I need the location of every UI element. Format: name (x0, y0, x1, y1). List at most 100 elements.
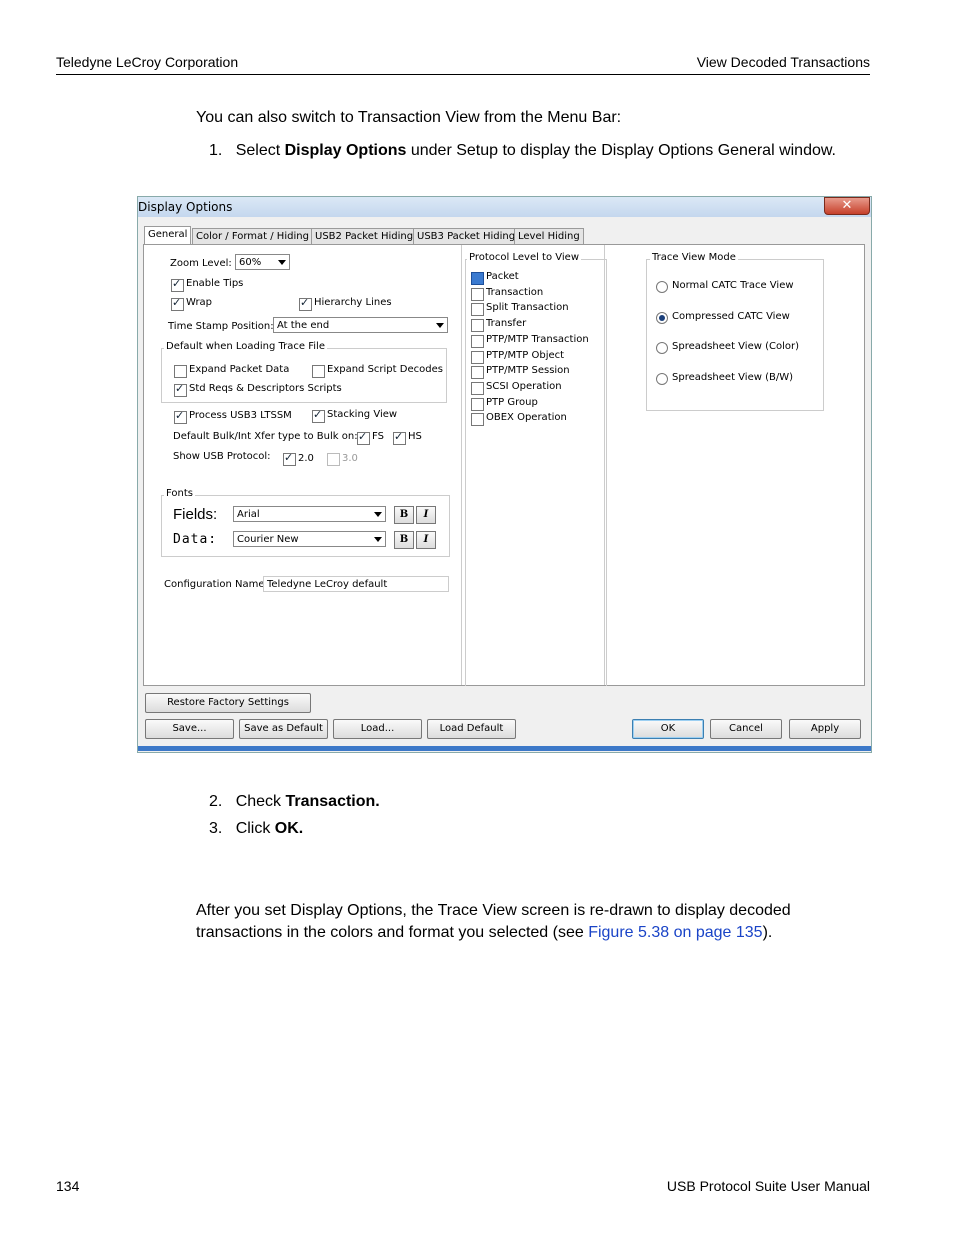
dialog-bottom-bar (138, 746, 871, 751)
usb30-label: 3.0 (342, 453, 358, 464)
tab-usb2-packet-hiding[interactable]: USB2 Packet Hiding (311, 228, 418, 245)
protocol-checkbox-obex-operation[interactable] (471, 413, 484, 427)
protocol-label: SCSI Operation (486, 380, 562, 392)
std-reqs-label: Std Reqs & Descriptors Scripts (189, 383, 342, 394)
enable-tips-checkbox[interactable] (171, 277, 184, 292)
fields-bold-button[interactable]: B (394, 506, 414, 524)
tab-level-hiding[interactable]: Level Hiding (514, 228, 584, 245)
protocol-checkbox-scsi-operation[interactable] (471, 381, 484, 395)
timestamp-value: At the end (277, 320, 330, 331)
data-font-select[interactable]: Courier New (233, 531, 386, 547)
footer-title: USB Protocol Suite User Manual (666, 1178, 870, 1194)
save-button[interactable]: Save... (145, 719, 234, 739)
fields-font-value: Arial (237, 509, 260, 520)
cancel-button[interactable]: Cancel (710, 719, 782, 739)
data-bold-button[interactable]: B (394, 531, 414, 549)
step-3-bold: OK. (274, 820, 304, 837)
load-default-button[interactable]: Load Default (427, 719, 516, 739)
wrap-label: Wrap (186, 297, 213, 308)
fields-font-select[interactable]: Arial (233, 506, 386, 522)
data-label: Data: (173, 532, 218, 547)
config-name-input[interactable]: Teledyne LeCroy default (263, 576, 449, 592)
stacking-view-checkbox[interactable] (312, 408, 325, 423)
save-as-default-button[interactable]: Save as Default (239, 719, 328, 739)
trace-mode-label: Spreadsheet View (Color) (672, 341, 799, 352)
protocol-checkbox-transaction[interactable] (471, 287, 484, 301)
chevron-down-icon (374, 537, 382, 542)
apply-button[interactable]: Apply (789, 719, 861, 739)
protocol-label: Transfer (486, 318, 527, 330)
zoom-select[interactable]: 60% (235, 254, 290, 270)
ok-button[interactable]: OK (632, 719, 704, 739)
step-2-bold: Transaction. (285, 793, 380, 810)
expand-packet-label: Expand Packet Data (189, 364, 290, 375)
protocol-level-group-label: Protocol Level to View (467, 252, 581, 263)
trace-mode-label: Spreadsheet View (B/W) (672, 371, 793, 383)
hs-label: HS (408, 431, 422, 442)
tab-color-format-hiding[interactable]: Color / Format / Hiding (192, 228, 313, 245)
stacking-view-label: Stacking View (327, 409, 398, 420)
general-panel: Zoom Level: 60% Enable Tips Wrap Hierarc… (143, 244, 865, 686)
step-1: 1. Select Display Options under Setup to… (209, 140, 836, 162)
header-left: Teledyne LeCroy Corporation (56, 54, 239, 70)
page-number: 134 (56, 1178, 80, 1194)
usb20-label: 2.0 (298, 453, 314, 464)
config-name-label: Configuration Name: (164, 579, 268, 590)
std-reqs-checkbox[interactable] (174, 382, 187, 397)
figure-link[interactable]: Figure 5.38 on page 135 (588, 924, 762, 941)
after-paragraph: After you set Display Options, the Trace… (196, 900, 846, 944)
protocol-label: Transaction (486, 286, 544, 298)
timestamp-select[interactable]: At the end (273, 317, 448, 333)
trace-mode-radio-0[interactable] (656, 281, 668, 293)
fs-label: FS (372, 431, 384, 442)
expand-packet-checkbox[interactable] (174, 365, 187, 378)
column-divider (461, 245, 462, 685)
step-3: 3. Click OK. (209, 818, 303, 840)
protocol-checkbox-ptp-group[interactable] (471, 397, 484, 411)
trace-mode-radio-1[interactable] (656, 311, 668, 324)
usb20-checkbox[interactable] (283, 451, 296, 466)
protocol-checkbox-ptp-mtp-transaction[interactable] (471, 334, 484, 348)
hs-checkbox[interactable] (393, 430, 406, 445)
header-rule (56, 74, 870, 75)
dialog-title: Display Options (138, 200, 233, 214)
protocol-label: Packet (486, 271, 519, 282)
protocol-checkbox-transfer[interactable] (471, 319, 484, 333)
restore-factory-button[interactable]: Restore Factory Settings (145, 693, 311, 713)
protocol-label: PTP Group (486, 396, 538, 408)
timestamp-label: Time Stamp Position: (168, 321, 274, 332)
trace-mode-radio-2[interactable] (656, 342, 668, 354)
display-options-dialog: Display Options ✕ General Color / Format… (137, 196, 872, 753)
protocol-checkbox-ptp-mtp-object[interactable] (471, 350, 484, 364)
hierarchy-lines-checkbox[interactable] (299, 296, 312, 311)
step-1-pre: Select (235, 142, 285, 159)
expand-script-checkbox[interactable] (312, 365, 325, 378)
step-3-num: 3. (209, 820, 223, 837)
process-ltssm-checkbox[interactable] (174, 409, 187, 424)
zoom-value: 60% (239, 257, 262, 268)
step-3-pre: Click (235, 820, 275, 837)
protocol-label: PTP/MTP Object (486, 349, 565, 361)
fields-italic-button[interactable]: I (416, 506, 436, 524)
chevron-down-icon (374, 512, 382, 517)
close-button[interactable]: ✕ (824, 197, 870, 215)
header-right: View Decoded Transactions (696, 54, 870, 70)
protocol-checkbox-packet[interactable] (471, 272, 484, 285)
protocol-label: PTP/MTP Session (486, 365, 570, 377)
enable-tips-label: Enable Tips (186, 278, 244, 289)
tab-usb3-packet-hiding[interactable]: USB3 Packet Hiding (413, 228, 520, 245)
protocol-checkbox-ptp-mtp-session[interactable] (471, 366, 484, 380)
protocol-checkbox-split-transaction[interactable] (471, 303, 484, 317)
step-2-pre: Check (235, 793, 286, 810)
wrap-checkbox[interactable] (171, 296, 184, 311)
usb30-checkbox[interactable] (327, 453, 340, 466)
trace-mode-radio-3[interactable] (656, 372, 668, 385)
data-font-value: Courier New (237, 534, 299, 545)
data-italic-button[interactable]: I (416, 531, 436, 549)
zoom-label: Zoom Level: (170, 258, 232, 269)
fs-checkbox[interactable] (357, 430, 370, 445)
default-loading-group-label: Default when Loading Trace File (164, 341, 327, 352)
hierarchy-lines-label: Hierarchy Lines (314, 297, 392, 308)
tab-general[interactable]: General (144, 226, 192, 246)
load-button[interactable]: Load... (333, 719, 422, 739)
